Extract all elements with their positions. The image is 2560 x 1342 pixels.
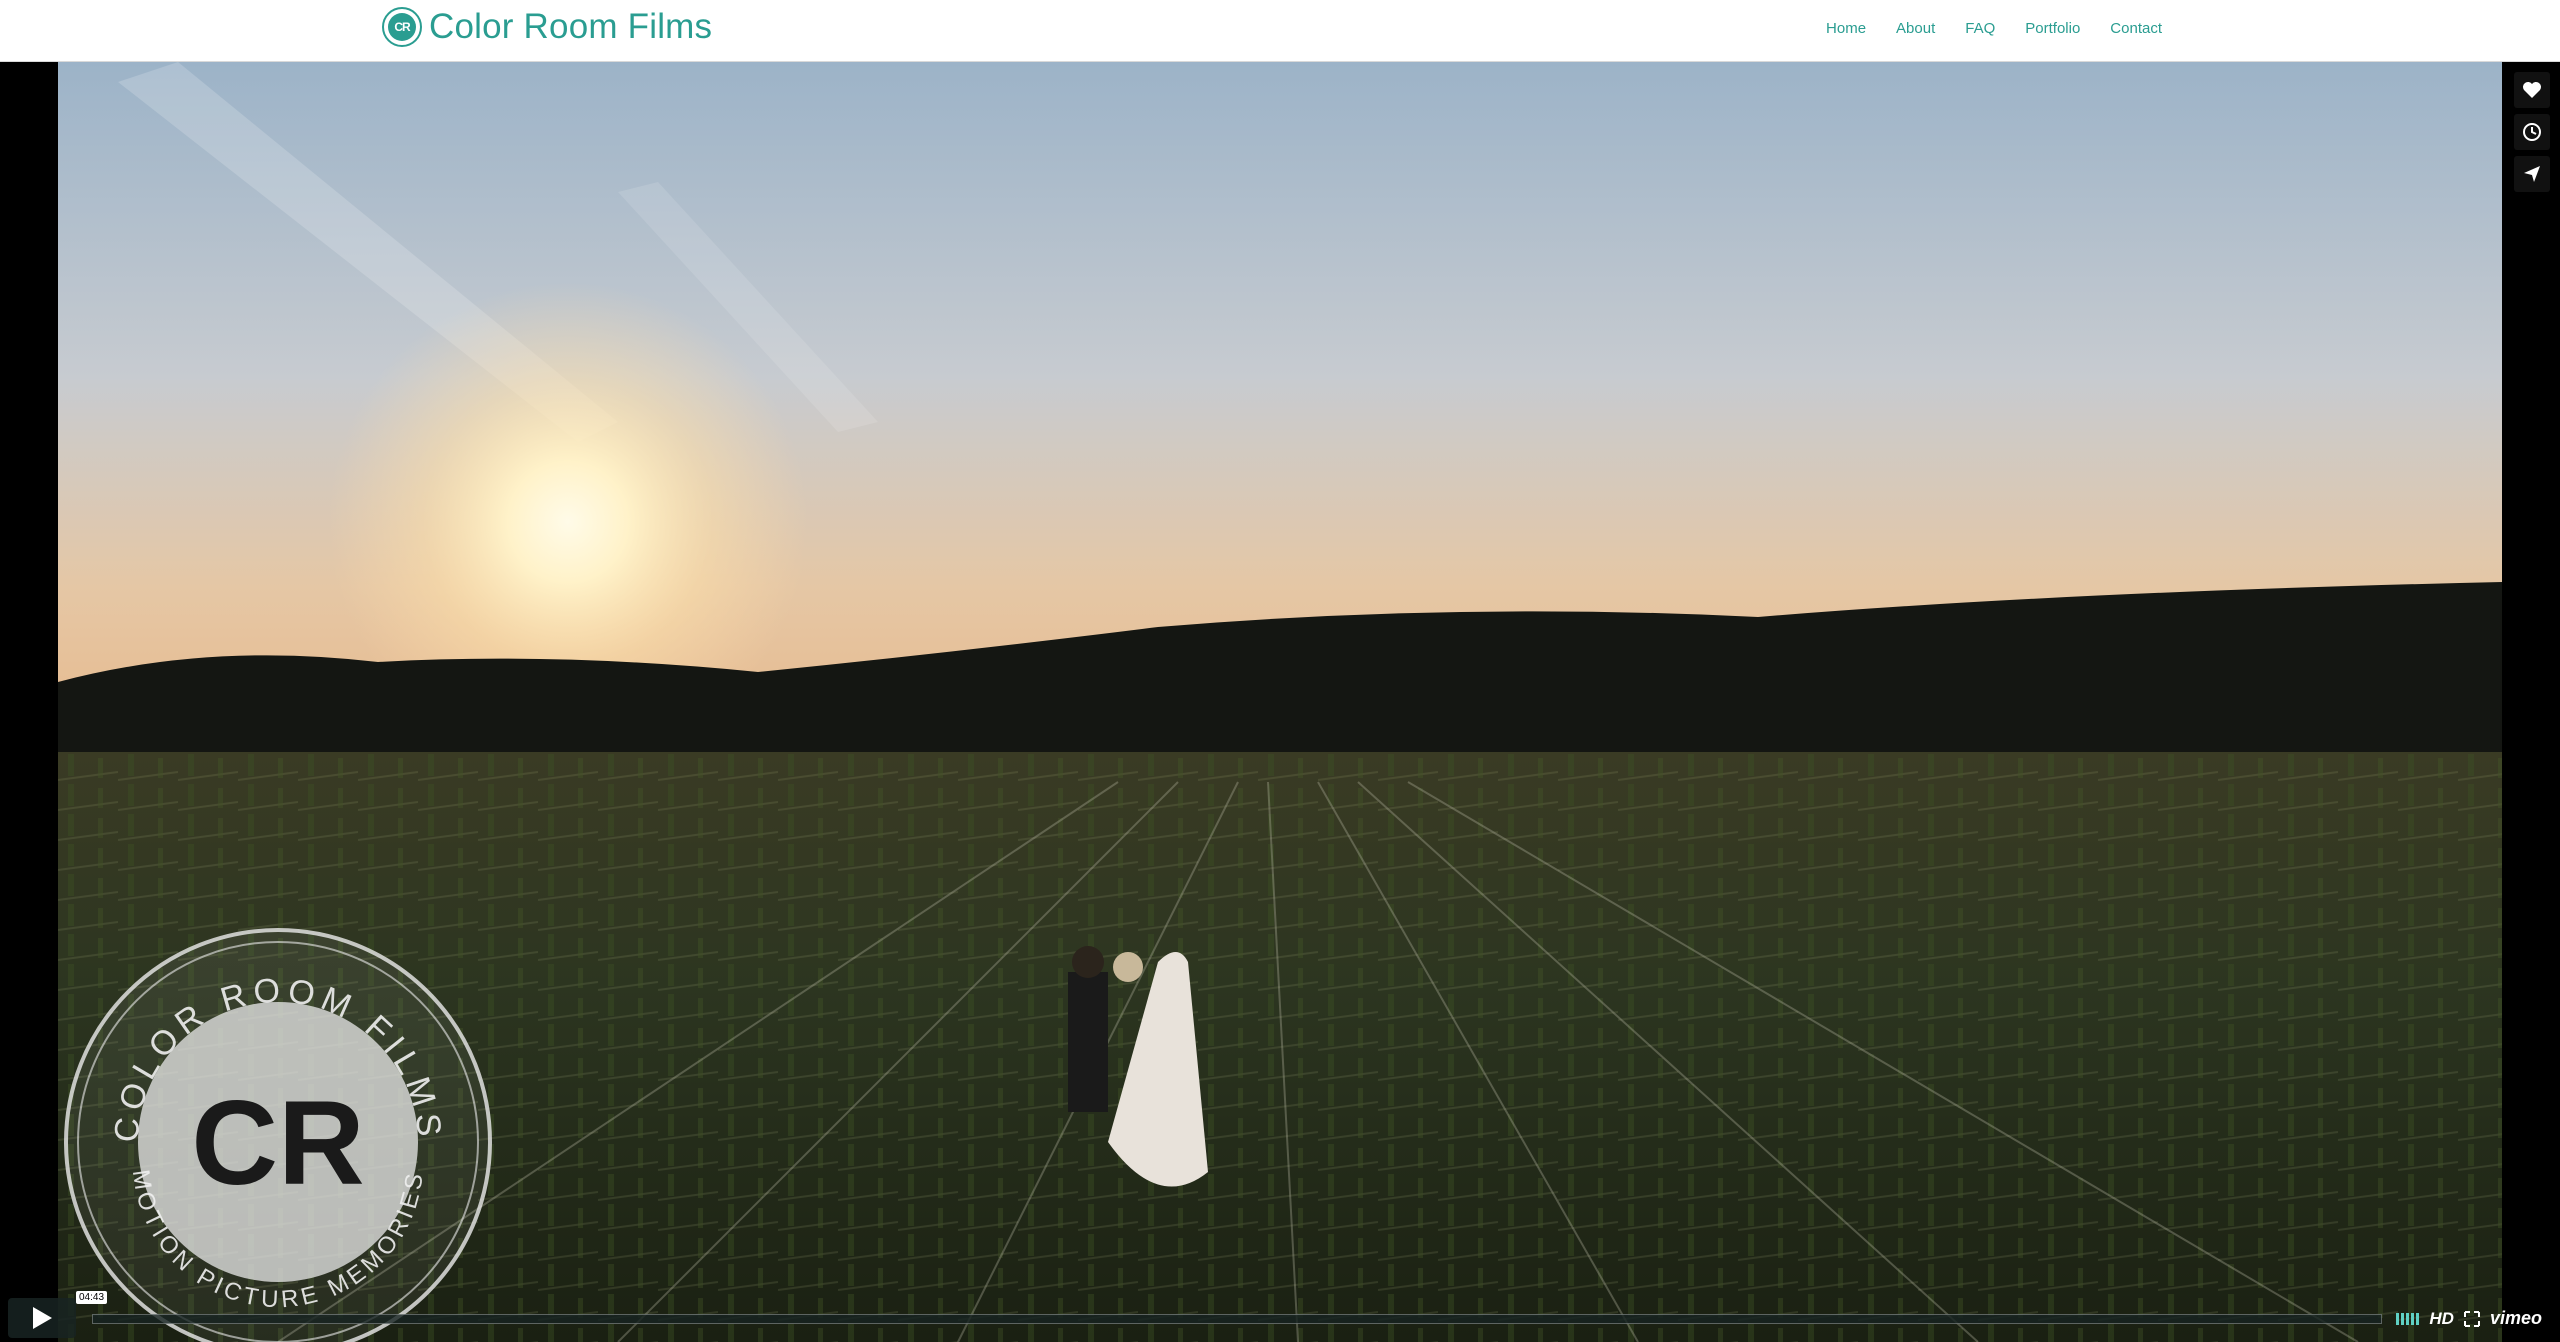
player-controls: 04:43 HD vimeo [0,1291,2560,1342]
side-action-buttons [2514,72,2550,192]
fullscreen-icon[interactable] [2463,1310,2480,1327]
nav-faq[interactable]: FAQ [1965,20,1995,37]
nav-contact[interactable]: Contact [2110,20,2162,37]
logo-mark-icon: CR [382,7,422,47]
volume-control[interactable] [2396,1312,2420,1325]
play-icon [33,1307,52,1329]
nav-about[interactable]: About [1896,20,1935,37]
brand-name: Color Room Films [429,7,713,46]
top-navigation-bar: CR Color Room Films Home About FAQ Portf… [0,0,2560,62]
share-button[interactable] [2514,156,2550,192]
like-button[interactable] [2514,72,2550,108]
play-button[interactable] [8,1298,76,1338]
progress-bar[interactable] [92,1314,2382,1324]
watch-later-button[interactable] [2514,114,2550,150]
watermark-monogram: CR [191,1076,364,1210]
vimeo-logo-link[interactable]: vimeo [2490,1308,2542,1329]
nav-home[interactable]: Home [1826,20,1866,37]
hd-toggle[interactable]: HD [2429,1309,2454,1329]
duration-badge: 04:43 [76,1291,108,1304]
send-icon [2524,166,2540,182]
site-logo-link[interactable]: CR Color Room Films [382,7,712,47]
player-right-controls: HD vimeo [2396,1308,2542,1329]
color-room-films-watermark: COLOR ROOM FILMS MOTION PICTURE MEMORIES… [64,928,492,1342]
nav-portfolio[interactable]: Portfolio [2025,20,2080,37]
video-player[interactable]: COLOR ROOM FILMS MOTION PICTURE MEMORIES… [0,62,2560,1342]
main-nav: Home About FAQ Portfolio Contact [1796,20,2162,37]
heart-icon [2523,82,2541,98]
clock-icon [2523,123,2541,141]
